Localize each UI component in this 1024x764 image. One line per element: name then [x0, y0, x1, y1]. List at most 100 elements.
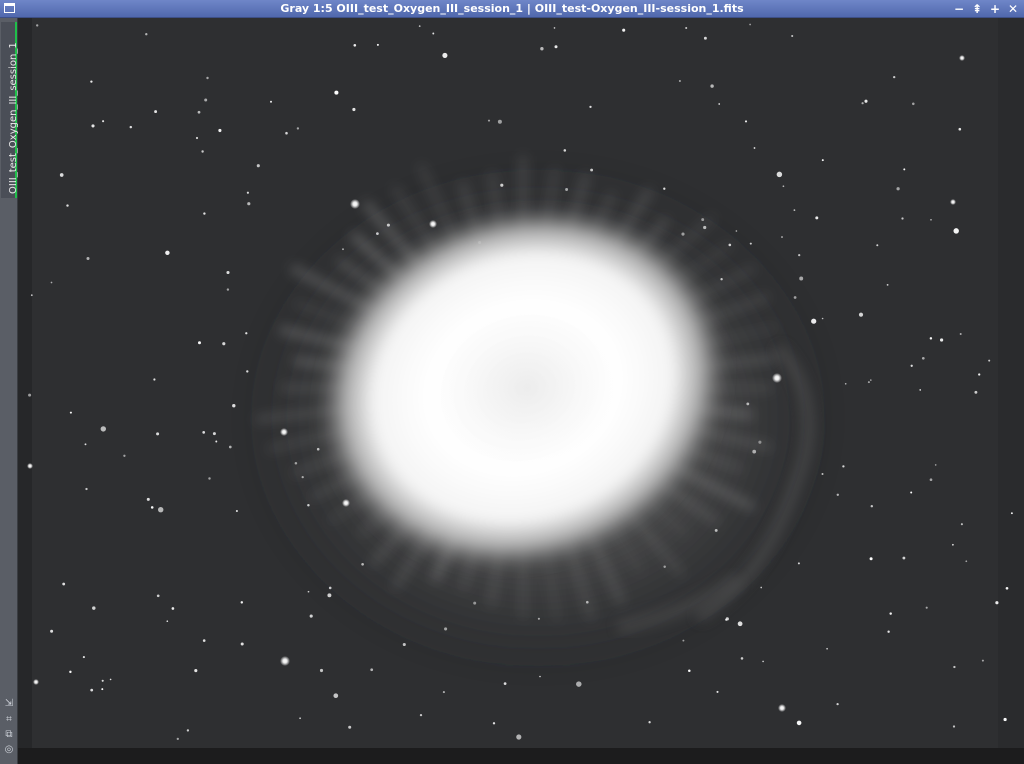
star — [419, 713, 423, 717]
star — [69, 670, 72, 674]
star — [442, 691, 445, 694]
star — [952, 543, 954, 546]
star — [109, 678, 112, 681]
star — [353, 43, 357, 47]
sky-left-edge — [18, 18, 32, 764]
star — [798, 253, 801, 257]
bright-star — [33, 679, 39, 685]
star — [893, 75, 896, 79]
shade-button[interactable]: ⇞ — [969, 1, 985, 17]
star — [195, 136, 199, 140]
star — [953, 665, 956, 669]
star — [901, 217, 904, 220]
star — [165, 250, 170, 256]
star — [101, 688, 104, 691]
star — [563, 149, 567, 152]
star — [156, 432, 160, 436]
fit-icon[interactable]: ⌗ — [3, 714, 15, 726]
star — [826, 647, 828, 650]
star — [685, 26, 688, 30]
bright-star — [778, 704, 786, 712]
star — [929, 337, 933, 340]
star — [799, 276, 804, 281]
settings-icon[interactable]: ◎ — [3, 744, 15, 756]
star — [432, 32, 435, 35]
star — [953, 228, 959, 234]
star — [28, 393, 32, 397]
sky-right-edge — [998, 18, 1024, 764]
minimize-button[interactable]: − — [951, 1, 967, 17]
star — [718, 103, 721, 105]
star — [887, 630, 890, 633]
star — [958, 127, 962, 131]
star — [153, 378, 156, 381]
star — [753, 147, 756, 149]
star — [1003, 717, 1007, 722]
star — [622, 28, 626, 32]
nebula-image — [18, 18, 1024, 764]
star — [988, 359, 991, 362]
star — [1010, 512, 1013, 515]
star — [648, 721, 651, 724]
bright-star — [772, 373, 782, 383]
star — [781, 236, 783, 238]
star — [858, 312, 864, 317]
star — [974, 390, 978, 394]
star — [876, 244, 879, 247]
star — [309, 614, 313, 618]
star — [995, 601, 999, 605]
bright-star — [959, 55, 965, 61]
star — [215, 440, 218, 443]
star — [910, 491, 913, 494]
star — [442, 52, 448, 58]
star — [952, 725, 956, 728]
maximize-button[interactable]: + — [987, 1, 1003, 17]
star — [418, 25, 421, 27]
star — [198, 341, 201, 345]
star — [246, 191, 249, 194]
star — [86, 256, 90, 261]
star — [869, 557, 873, 561]
star — [688, 669, 691, 672]
star — [864, 99, 868, 103]
window-title: Gray 1:5 OIII_test_Oxygen_III_session_1 … — [280, 2, 744, 15]
star — [218, 128, 222, 133]
star — [66, 204, 69, 207]
star — [171, 607, 175, 610]
star — [886, 283, 889, 286]
clone-icon[interactable]: ⧉ — [3, 729, 15, 741]
star — [959, 333, 962, 335]
star — [940, 338, 944, 342]
star — [815, 216, 819, 220]
star — [176, 737, 179, 741]
star — [352, 107, 356, 112]
view-sidebar: OIII_test_Oxygen_III_session_1 ⇲ ⌗ ⧉ ◎ — [0, 18, 19, 764]
star — [516, 734, 522, 740]
star — [376, 43, 379, 46]
star — [540, 47, 544, 51]
star — [710, 84, 714, 88]
star — [821, 317, 824, 320]
star — [981, 659, 984, 662]
star — [965, 560, 968, 563]
star — [749, 23, 751, 26]
star — [90, 688, 94, 692]
star — [100, 426, 107, 432]
star — [129, 125, 133, 129]
bright-star — [429, 220, 437, 228]
sky-bottom-edge — [18, 748, 1024, 764]
star — [222, 342, 226, 346]
image-view[interactable] — [18, 18, 1024, 764]
star — [782, 185, 785, 188]
star — [912, 102, 915, 106]
star — [204, 98, 208, 102]
star — [370, 668, 374, 672]
window-titlebar[interactable]: Gray 1:5 OIII_test_Oxygen_III_session_1 … — [0, 0, 1024, 18]
star — [36, 24, 39, 27]
view-tab[interactable]: OIII_test_Oxygen_III_session_1 — [1, 22, 19, 198]
corner-arrow-icon[interactable]: ⇲ — [3, 698, 15, 710]
star — [793, 209, 796, 211]
close-button[interactable]: ✕ — [1005, 1, 1021, 17]
star — [503, 682, 507, 685]
star — [821, 159, 824, 162]
